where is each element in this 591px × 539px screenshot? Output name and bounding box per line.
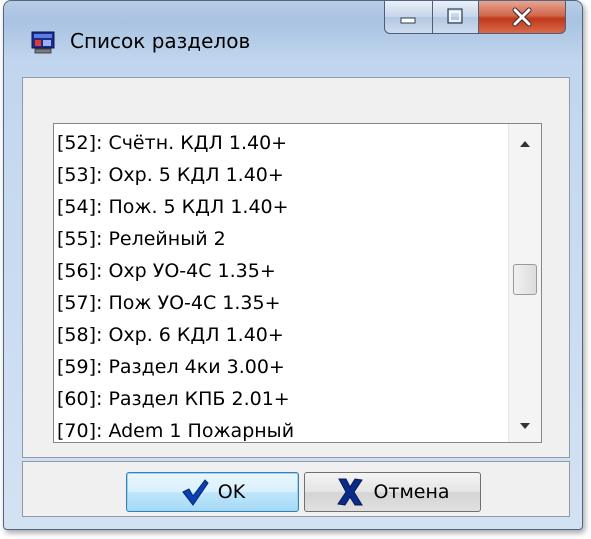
cancel-button-label: Отмена: [373, 481, 450, 503]
sections-list: [52]: Счётн. КДЛ 1.40+ [53]: Охр. 5 КДЛ …: [54, 124, 509, 442]
close-button[interactable]: [478, 1, 566, 34]
list-item[interactable]: [59]: Раздел 4ки 3.00+: [54, 351, 509, 383]
cross-icon: [337, 478, 364, 506]
scroll-thumb[interactable]: [513, 264, 537, 295]
scroll-down-button[interactable]: [509, 410, 541, 442]
arrow-up-icon: [520, 141, 530, 147]
sections-listbox[interactable]: [52]: Счётн. КДЛ 1.40+ [53]: Охр. 5 КДЛ …: [53, 123, 542, 443]
minimize-button[interactable]: [384, 1, 433, 34]
cancel-button[interactable]: Отмена: [304, 472, 481, 512]
list-item[interactable]: [70]: Adem 1 Пожарный: [54, 415, 509, 442]
list-item[interactable]: [57]: Пож УО-4С 1.35+: [54, 287, 509, 319]
title-bar[interactable]: Список разделов: [4, 1, 582, 77]
scroll-up-button[interactable]: [509, 128, 541, 160]
list-item[interactable]: [53]: Охр. 5 КДЛ 1.40+: [54, 159, 509, 191]
list-item[interactable]: [52]: Счётн. КДЛ 1.40+: [54, 127, 509, 159]
caption-buttons: [384, 1, 569, 35]
window-title: Список разделов: [70, 29, 251, 53]
maximize-icon: [447, 8, 463, 24]
dialog-window: Список разделов [52]: Счётн. КДЛ 1.40+ […: [3, 0, 583, 530]
ok-button-label: OK: [217, 481, 246, 503]
list-item[interactable]: [60]: Раздел КПБ 2.01+: [54, 383, 509, 415]
ok-button[interactable]: OK: [126, 472, 299, 512]
maximize-button[interactable]: [432, 1, 479, 34]
list-item[interactable]: [56]: Охр УО-4С 1.35+: [54, 255, 509, 287]
checkmark-icon: [182, 479, 209, 506]
app-window-icon: [31, 31, 55, 54]
minimize-icon: [400, 17, 416, 24]
content-panel: [52]: Счётн. КДЛ 1.40+ [53]: Охр. 5 КДЛ …: [22, 77, 570, 458]
button-bar: OK Отмена: [22, 461, 570, 517]
close-icon: [512, 7, 532, 27]
vertical-scrollbar[interactable]: [508, 124, 541, 442]
list-item[interactable]: [55]: Релейный 2: [54, 223, 509, 255]
arrow-down-icon: [520, 423, 530, 429]
list-item[interactable]: [54]: Пож. 5 КДЛ 1.40+: [54, 191, 509, 223]
list-item[interactable]: [58]: Охр. 6 КДЛ 1.40+: [54, 319, 509, 351]
